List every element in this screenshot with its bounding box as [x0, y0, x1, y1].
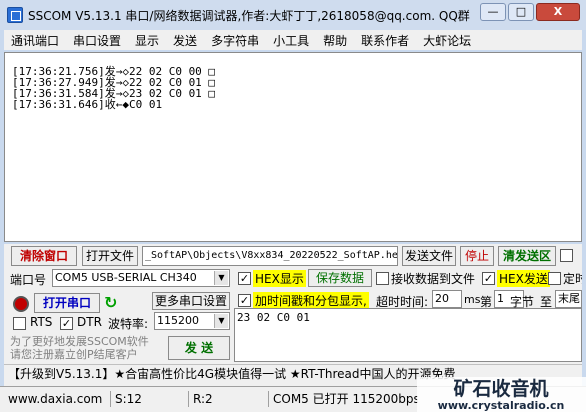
dtr-checkbox[interactable]: ✓: [60, 317, 73, 330]
hex-send-checkbox[interactable]: ✓: [482, 272, 495, 285]
hex-display-checkbox[interactable]: ✓: [238, 272, 251, 285]
refresh-icon[interactable]: ↻: [104, 293, 117, 312]
maximize-button[interactable]: □: [508, 3, 534, 21]
baud-label: 波特率:: [108, 317, 149, 331]
app-icon: [7, 7, 23, 23]
send-text-area[interactable]: 23 02 C0 01: [234, 308, 582, 362]
end-position-select[interactable]: 末尾: [555, 290, 582, 308]
menu-bar: 通讯端口 串口设置 显示 发送 多字符串 小工具 帮助 联系作者 大虾论坛: [4, 30, 582, 50]
window-title: SSCOM V5.13.1 串口/网络数据调试器,作者:大虾丁丁,2618058…: [28, 9, 470, 23]
baud-select[interactable]: 115200 ▼: [154, 312, 230, 330]
window-controls: — □ X: [480, 3, 580, 21]
clear-send-area-button[interactable]: 清发送区: [498, 246, 556, 266]
rts-label: RTS: [30, 315, 53, 329]
port-select-value: COM5 USB-SERIAL CH340: [55, 271, 197, 284]
menu-port-settings[interactable]: 串口设置: [66, 32, 128, 49]
open-file-button[interactable]: 打开文件: [82, 246, 138, 266]
timed-send-label: 定时: [563, 272, 582, 286]
website-link[interactable]: www.daxia.com: [4, 391, 102, 407]
watermark-url: www.crystalradio.cn: [438, 399, 565, 412]
port-select[interactable]: COM5 USB-SERIAL CH340 ▼: [52, 269, 230, 287]
menu-comm-port[interactable]: 通讯端口: [4, 32, 66, 49]
send-button[interactable]: 发 送: [168, 336, 230, 360]
timestamp-label: 加时间戳和分包显示,: [253, 292, 369, 309]
port-status-icon: [13, 296, 29, 312]
watermark-cn: 矿石收音机: [453, 377, 548, 400]
rts-checkbox[interactable]: [13, 317, 26, 330]
sent-count: S:12: [110, 391, 188, 407]
chevron-down-icon: ▼: [214, 314, 228, 328]
received-count: R:2: [188, 391, 268, 407]
chevron-down-icon: ▼: [214, 271, 228, 285]
recv-to-file-checkbox[interactable]: [376, 272, 389, 285]
send-file-button[interactable]: 发送文件: [402, 246, 456, 266]
crystalradio-watermark: 矿石收音机 www.crystalradio.cn: [417, 377, 586, 412]
timed-send-checkbox[interactable]: [548, 272, 561, 285]
menu-send[interactable]: 发送: [166, 32, 204, 49]
menu-multi-string[interactable]: 多字符串: [204, 32, 266, 49]
port-state: COM5 已打开 115200bps,8,1,None,None: [268, 391, 418, 407]
minimize-button[interactable]: —: [480, 3, 506, 21]
recv-to-file-label: 接收数据到文件: [391, 272, 476, 286]
file-path-field[interactable]: _SoftAP\Objects\V8xx834_20220522_SoftAP.…: [142, 246, 398, 266]
clear-window-button[interactable]: 清除窗口: [11, 246, 77, 266]
menu-contact-author[interactable]: 联系作者: [354, 32, 416, 49]
save-data-button[interactable]: 保存数据: [308, 269, 372, 287]
receive-area[interactable]: [17:36:21.756]发→◇22 02 C0 00 □ [17:36:27…: [4, 52, 582, 242]
title-bar: SSCOM V5.13.1 串口/网络数据调试器,作者:大虾丁丁,2618058…: [0, 0, 586, 30]
more-port-settings-button[interactable]: 更多串口设置: [152, 292, 230, 310]
timestamp-checkbox[interactable]: ✓: [238, 294, 251, 307]
timeout-input[interactable]: 20: [432, 290, 462, 308]
close-button[interactable]: X: [536, 3, 580, 21]
menu-help[interactable]: 帮助: [316, 32, 354, 49]
hex-send-label: HEX发送: [497, 270, 550, 287]
open-port-button[interactable]: 打开串口: [34, 293, 100, 313]
stop-button[interactable]: 停止: [460, 246, 494, 266]
hex-display-label: HEX显示: [253, 270, 306, 287]
menu-forum[interactable]: 大虾论坛: [416, 32, 478, 49]
promo-text: 为了更好地发展SSCOM软件 请您注册嘉立创P结尾客户: [10, 335, 149, 361]
dtr-label: DTR: [77, 315, 102, 329]
timeout-unit: ms: [464, 293, 481, 306]
baud-select-value: 115200: [157, 314, 199, 327]
menu-tools[interactable]: 小工具: [266, 32, 316, 49]
menu-display[interactable]: 显示: [128, 32, 166, 49]
clear-send-checkbox[interactable]: [560, 249, 573, 262]
port-label: 端口号: [10, 273, 47, 287]
receive-line: [17:36:31.646]收←◆C0 01: [12, 98, 163, 111]
